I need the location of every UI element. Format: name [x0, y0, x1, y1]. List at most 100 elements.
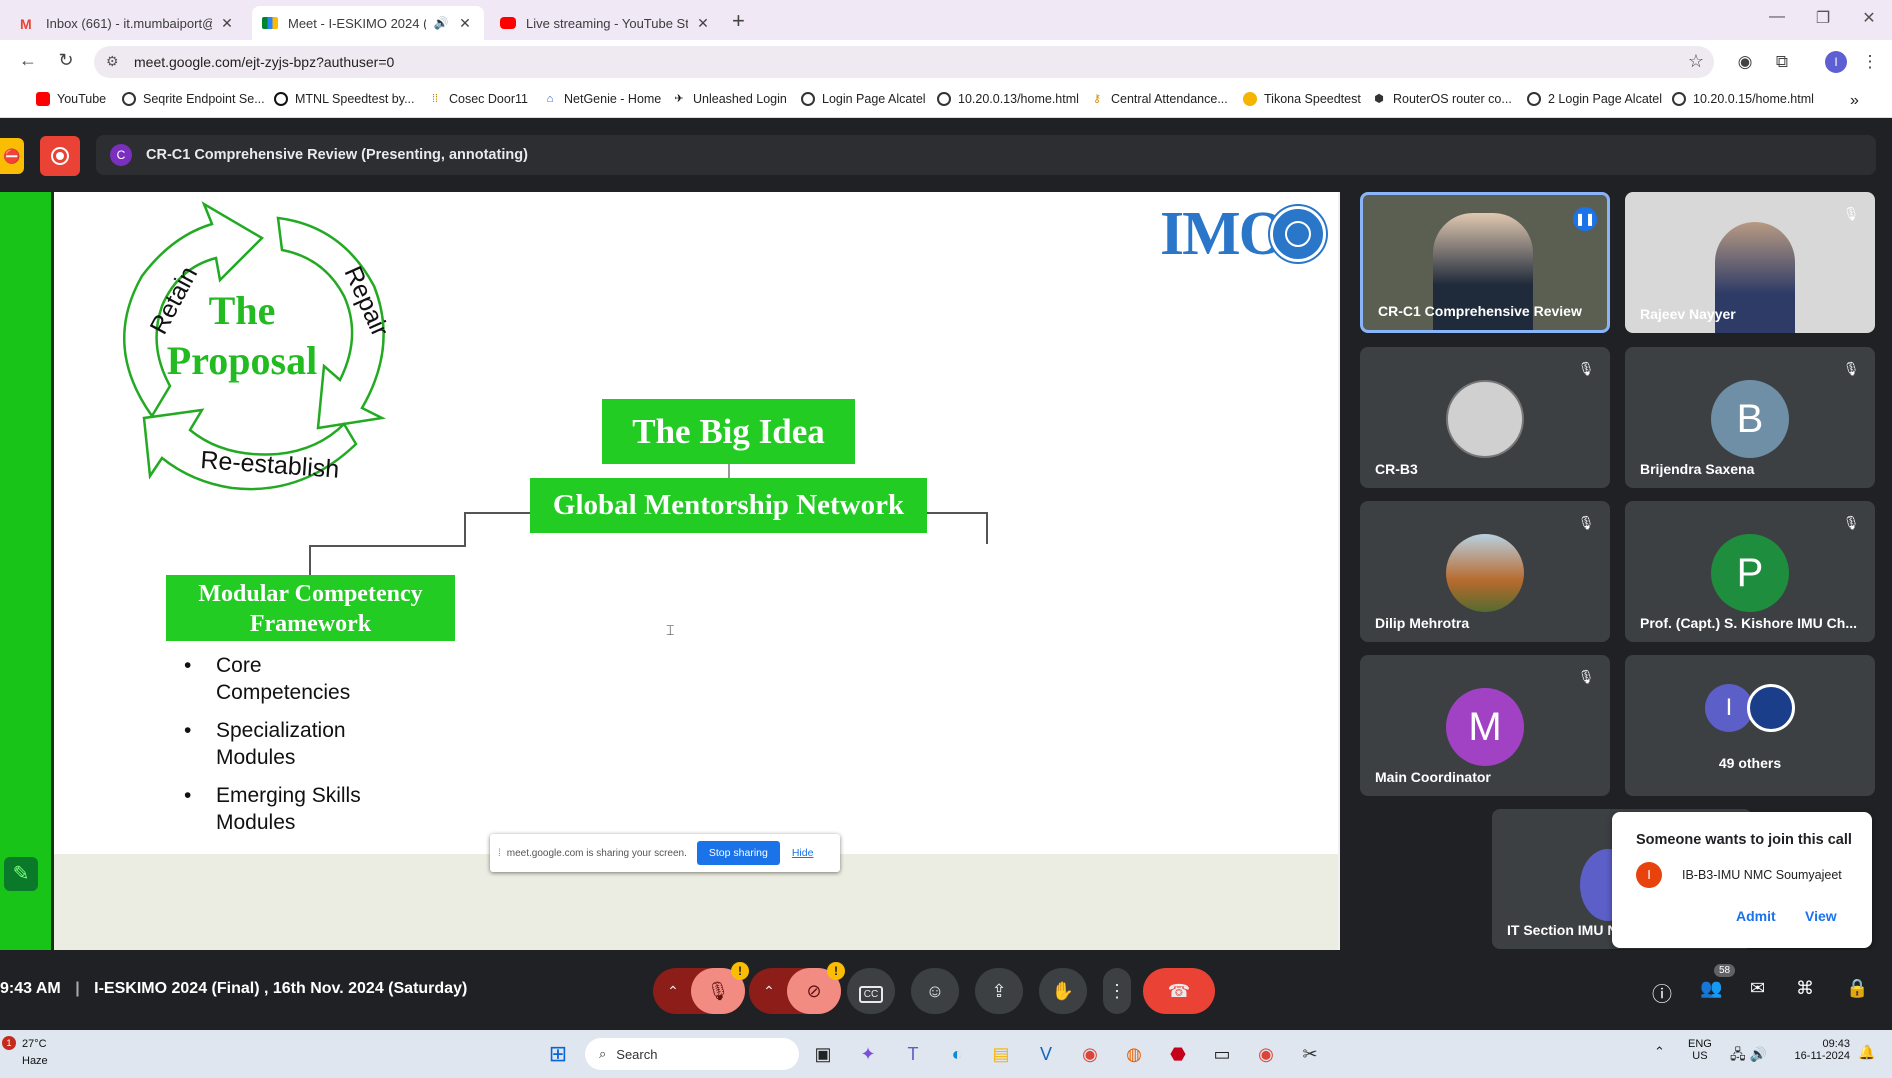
raise-hand-button[interactable]: ✋	[1039, 968, 1087, 1014]
people-button[interactable]: 👥 58	[1700, 964, 1736, 999]
bookmark-routeros[interactable]: ⬢ RouterOS router co...	[1372, 92, 1512, 106]
bookmark-unleashed[interactable]: ✈ Unleashed Login	[672, 92, 786, 106]
more-bookmarks-icon[interactable]: »	[1850, 92, 1859, 110]
participant-tile[interactable]: P 🎙 Prof. (Capt.) S. Kishore IMU Ch...	[1625, 501, 1875, 642]
taskbar-search-box[interactable]: ⌕ Search	[585, 1038, 799, 1070]
address-bar[interactable]: ⚙ meet.google.com/ejt-zyjs-bpz?authuser=…	[94, 46, 1714, 78]
windows-taskbar: 1 27°C Haze ⊞ ⌕ Search ▣ ✦ T ◐ ▤ V ◉ ◍ ⬣…	[0, 1030, 1892, 1078]
menu-kebab-icon[interactable]: ⋮	[1858, 52, 1882, 72]
show-hidden-icons-icon[interactable]: ⌃	[1654, 1044, 1665, 1060]
participant-name: CR-B3	[1375, 461, 1418, 477]
bookmark-star-icon[interactable]: ☆	[1688, 51, 1704, 72]
notification-bell-icon[interactable]: 🔔	[1858, 1044, 1875, 1061]
stop-sharing-button[interactable]: Stop sharing	[696, 841, 780, 865]
view-button[interactable]: View	[1805, 908, 1837, 924]
participant-tile[interactable]: 🎙 Dilip Mehrotra	[1360, 501, 1610, 642]
reload-icon[interactable]: ↻	[54, 50, 78, 71]
annotate-pen-icon[interactable]: ✎	[4, 857, 38, 891]
presentation-banner[interactable]: C CR-C1 Comprehensive Review (Presenting…	[96, 135, 1876, 175]
close-tab-icon[interactable]: ✕	[456, 15, 474, 32]
weather-temperature[interactable]: 27°C	[22, 1038, 47, 1050]
meet-control-bar: 9:43 AM | I-ESKIMO 2024 (Final) , 16th N…	[0, 950, 1892, 1030]
edge-icon[interactable]: ◐	[944, 1042, 970, 1066]
input-language[interactable]: ENG US	[1688, 1038, 1712, 1062]
chrome-profile-icon[interactable]: ◉	[1253, 1042, 1279, 1066]
activities-icon[interactable]: ⌘	[1796, 978, 1814, 999]
network-volume-icon[interactable]: 🖧 🔊	[1730, 1044, 1767, 1068]
tab-youtube-studio[interactable]: Live streaming - YouTube Studi ✕	[490, 6, 722, 40]
connector-line	[464, 512, 466, 547]
hand-icon: ✋	[1051, 981, 1075, 1001]
speaker-icon[interactable]: 🔊	[432, 16, 450, 30]
extension-icon[interactable]: ◉	[1733, 52, 1757, 72]
chat-icon[interactable]: ✉	[1750, 978, 1765, 999]
new-tab-button[interactable]: +	[732, 8, 745, 34]
others-tile[interactable]: I 49 others	[1625, 655, 1875, 796]
more-options-button[interactable]: ⋮	[1103, 968, 1131, 1014]
participant-tile[interactable]: B 🎙 Brijendra Saxena	[1625, 347, 1875, 488]
close-tab-icon[interactable]: ✕	[218, 15, 236, 32]
meeting-info-icon[interactable]: ⓘ	[1652, 978, 1672, 1007]
tab-meet[interactable]: Meet - I-ESKIMO 2024 (Fina 🔊 ✕	[252, 6, 484, 40]
close-window-button[interactable]: ✕	[1854, 8, 1884, 28]
profile-avatar[interactable]: I	[1825, 51, 1847, 73]
extensions-puzzle-icon[interactable]: ⧉	[1770, 52, 1794, 72]
participant-name: Main Coordinator	[1375, 769, 1491, 785]
framework-line1: Modular Competency	[198, 581, 423, 607]
mic-off-icon: 🎙	[1577, 669, 1595, 684]
bookmark-netgenie[interactable]: ⌂ NetGenie - Home	[543, 92, 662, 106]
admit-button[interactable]: Admit	[1736, 908, 1776, 924]
bookmark-10-20-0-15[interactable]: 10.20.0.15/home.html	[1672, 92, 1814, 106]
bookmark-tikona[interactable]: Tikona Speedtest	[1243, 92, 1361, 106]
firefox-icon[interactable]: ◍	[1121, 1042, 1147, 1066]
youtube-icon	[36, 92, 50, 106]
site-info-icon[interactable]: ⚙	[106, 53, 119, 70]
copilot-icon[interactable]: ✦	[855, 1042, 881, 1066]
mic-toggle-button[interactable]: 🎙!	[691, 962, 749, 1014]
windows-start-icon[interactable]: ⊞	[545, 1042, 571, 1066]
participant-tile[interactable]: ❚❚ CR-C1 Comprehensive Review	[1360, 192, 1610, 333]
leave-call-button[interactable]: ☎	[1143, 968, 1215, 1014]
imo-logo: IMO	[1160, 203, 1328, 265]
close-tab-icon[interactable]: ✕	[694, 15, 712, 32]
camera-toggle-button[interactable]: ⊘!	[787, 962, 845, 1014]
teams-icon[interactable]: T	[900, 1042, 926, 1066]
vpn-client-icon[interactable]: V	[1033, 1042, 1059, 1066]
minimize-button[interactable]: —	[1762, 8, 1792, 26]
drag-handle-icon[interactable]: ⁞	[498, 848, 501, 859]
snipping-tool-icon[interactable]: ✂	[1297, 1042, 1323, 1066]
tab-gmail[interactable]: M Inbox (661) - it.mumbaiport@in ✕	[10, 6, 246, 40]
task-view-icon[interactable]: ▣	[810, 1042, 836, 1066]
no-present-icon[interactable]: ⛔	[0, 138, 24, 174]
camera-options-chevron-icon[interactable]: ⌃	[749, 968, 789, 1014]
captions-button[interactable]: CC	[847, 968, 895, 1014]
bookmark-mtnl[interactable]: MTNL Speedtest by...	[274, 92, 415, 106]
file-explorer-icon[interactable]: ▤	[988, 1042, 1014, 1066]
restore-button[interactable]: ❐	[1808, 8, 1838, 28]
participant-tile[interactable]: M 🎙 Main Coordinator	[1360, 655, 1610, 796]
terminal-icon[interactable]: ▭	[1209, 1042, 1235, 1066]
mic-options-chevron-icon[interactable]: ⌃	[653, 968, 693, 1014]
hide-link[interactable]: Hide	[792, 847, 814, 859]
bookmark-10-20-0-13[interactable]: 10.20.0.13/home.html	[937, 92, 1079, 106]
participant-tile[interactable]: 🎙 CR-B3	[1360, 347, 1610, 488]
bookmark-alcatel[interactable]: Login Page Alcatel	[801, 92, 926, 106]
bookmark-seqrite[interactable]: Seqrite Endpoint Se...	[122, 92, 265, 106]
taskbar-clock[interactable]: 09:43 16-11-2024	[1786, 1038, 1850, 1062]
globe-icon	[801, 92, 815, 106]
participant-avatar: M	[1446, 688, 1524, 766]
search-placeholder: Search	[616, 1046, 658, 1062]
bookmark-cosec[interactable]: ⁞⁞ Cosec Door11	[428, 92, 528, 106]
chrome-icon[interactable]: ◉	[1077, 1042, 1103, 1066]
present-screen-button[interactable]: ⇪	[975, 968, 1023, 1014]
bookmark-central-attendance[interactable]: ⚷ Central Attendance...	[1090, 92, 1228, 106]
emoji-reactions-button[interactable]: ☺	[911, 968, 959, 1014]
host-controls-icon[interactable]: 🔒	[1846, 978, 1868, 999]
bookmark-youtube[interactable]: YouTube	[36, 92, 106, 106]
participant-tile[interactable]: 🎙 Rajeev Nayyer	[1625, 192, 1875, 333]
bookmark-alcatel-2[interactable]: 2 Login Page Alcatel	[1527, 92, 1662, 106]
participant-photo	[1446, 534, 1524, 612]
back-icon[interactable]: ←	[16, 50, 40, 71]
recording-button[interactable]	[40, 136, 80, 176]
app-shield-icon[interactable]: ⬣	[1165, 1042, 1191, 1066]
